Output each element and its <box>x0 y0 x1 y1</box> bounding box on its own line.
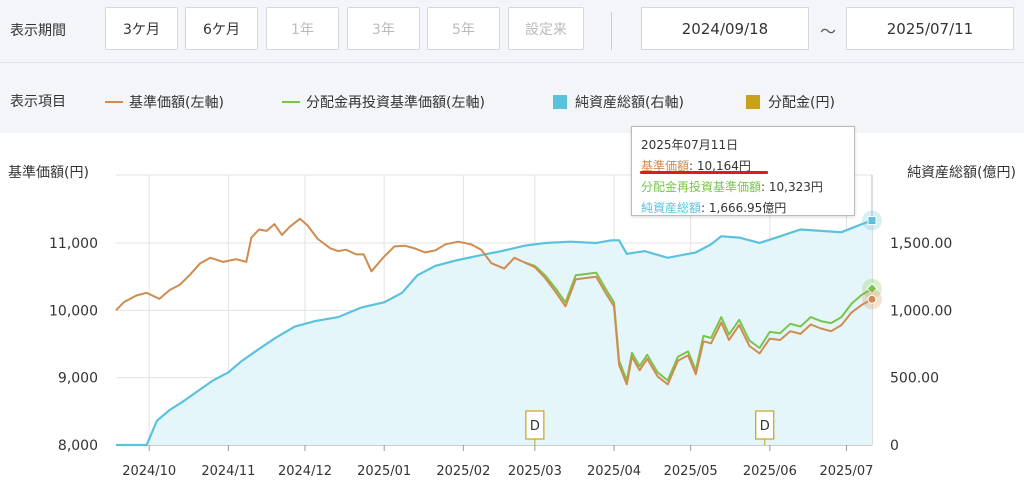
tooltip-netassets-value: : 1,666.95億円 <box>701 201 787 215</box>
period-inception-button[interactable]: 設定来 <box>508 7 584 50</box>
legend-line-icon <box>105 101 123 103</box>
x-tick-label: 2025/06 <box>743 464 797 479</box>
x-tick-label: 2025/04 <box>587 464 641 479</box>
y-left-tick-label: 11,000 <box>49 236 98 252</box>
x-tick-label: 2025/02 <box>436 464 490 479</box>
period-3m-button[interactable]: 3ケ月 <box>105 7 178 50</box>
legend-label: 表示項目 <box>10 94 66 110</box>
x-tick-label: 2024/12 <box>278 464 332 479</box>
period-5y-button[interactable]: 5年 <box>427 7 500 50</box>
distribution-marker-label: D <box>760 419 770 434</box>
legend-reinvest[interactable]: 分配金再投資基準価額(左軸) <box>282 92 485 112</box>
period-1y-button[interactable]: 1年 <box>266 7 339 50</box>
x-tick-label: 2024/11 <box>201 464 255 479</box>
y-right-tick-label: 0 <box>890 438 899 454</box>
tooltip-date: 2025年07月11日 <box>641 138 739 152</box>
y-right-tick-label: 1,500.00 <box>890 236 952 252</box>
x-tick-label: 2025/05 <box>664 464 718 479</box>
x-tick-label: 2025/07 <box>819 464 873 479</box>
period-bar: 表示期間 3ケ月 6ケ月 1年 3年 5年 設定来 2024/09/18 ～ 2… <box>0 0 1024 62</box>
tooltip-reinvest-value: : 10,323円 <box>761 180 823 194</box>
y-right-tick-label: 500.00 <box>890 371 939 387</box>
legend-nav[interactable]: 基準価額(左軸) <box>105 92 224 112</box>
tooltip-netassets-label: 純資産総額 <box>641 201 702 215</box>
y-right-tick-label: 1,000.00 <box>890 303 952 319</box>
legend-line-icon <box>282 101 300 103</box>
legend-distribution-label: 分配金(円) <box>768 95 835 111</box>
legend-reinvest-label: 分配金再投資基準価額(左軸) <box>306 95 485 111</box>
hover-point-net-assets <box>867 216 877 226</box>
x-tick-label: 2025/03 <box>508 464 562 479</box>
legend-netassets[interactable]: 純資産総額(右軸) <box>553 92 684 112</box>
end-date-input[interactable]: 2025/07/11 <box>846 7 1014 50</box>
legend-nav-label: 基準価額(左軸) <box>129 95 224 111</box>
date-separator: ～ <box>820 22 837 41</box>
period-3y-button[interactable]: 3年 <box>347 7 420 50</box>
y-left-axis-title: 基準価額(円) <box>8 164 89 181</box>
y-right-axis-title: 純資産総額(億円) <box>907 165 1016 181</box>
highlight-underline <box>640 171 768 174</box>
period-label: 表示期間 <box>10 23 66 39</box>
x-tick-label: 2024/10 <box>122 464 176 479</box>
start-date-input[interactable]: 2024/09/18 <box>641 7 809 50</box>
distribution-marker-label: D <box>530 419 540 434</box>
legend-netassets-label: 純資産総額(右軸) <box>575 95 684 111</box>
period-6m-button[interactable]: 6ケ月 <box>185 7 258 50</box>
legend-square-icon <box>746 95 760 109</box>
y-left-tick-label: 10,000 <box>49 303 98 319</box>
hover-tooltip: 2025年07月11日 基準価額: 10,164円 分配金再投資基準価額: 10… <box>631 126 855 216</box>
price-chart[interactable]: 基準価額(円) 純資産総額(億円) 8,000 0 9,000 500.00 10,00… <box>0 133 1024 493</box>
legend-square-icon <box>553 95 567 109</box>
tooltip-reinvest-label: 分配金再投資基準価額 <box>641 180 762 194</box>
divider <box>611 12 612 50</box>
y-left-tick-label: 9,000 <box>58 371 98 387</box>
hover-point-nav <box>867 294 877 304</box>
divider <box>0 62 1024 63</box>
y-left-tick-label: 8,000 <box>58 438 98 454</box>
chart-area[interactable]: 基準価額(円) 純資産総額(億円) 8,000 0 9,000 500.00 10,00… <box>0 133 1024 493</box>
x-tick-label: 2025/01 <box>357 464 411 479</box>
legend-distribution[interactable]: 分配金(円) <box>746 92 835 112</box>
